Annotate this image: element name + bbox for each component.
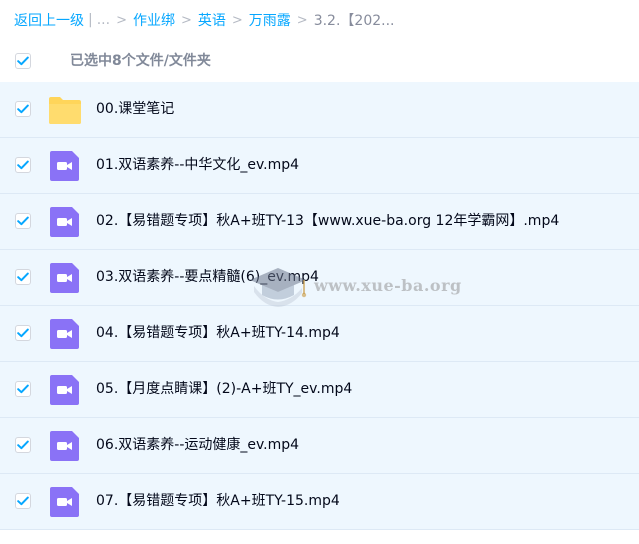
video-icon <box>50 207 79 237</box>
file-name: 03.双语素养--要点精髓(6)_ev.mp4 <box>96 269 319 285</box>
folder-icon <box>49 97 81 124</box>
back-link[interactable]: 返回上一级 <box>14 10 84 30</box>
breadcrumb-ellipsis[interactable]: ... <box>97 12 110 28</box>
breadcrumb-item[interactable]: 英语 <box>198 10 226 30</box>
checkmark-icon <box>17 328 29 338</box>
list-item[interactable]: 03.双语素养--要点精髓(6)_ev.mp4 <box>0 250 639 306</box>
checkmark-icon <box>17 272 29 282</box>
video-icon <box>50 375 79 405</box>
breadcrumb-divider: | <box>88 12 93 28</box>
row-checkbox[interactable] <box>15 157 31 173</box>
file-name: 00.课堂笔记 <box>96 101 175 117</box>
checkmark-icon <box>17 216 29 226</box>
breadcrumb-item[interactable]: 作业绑 <box>133 10 175 30</box>
file-browser: 返回上一级 | ... > 作业绑 > 英语 > 万雨露 > 3.2.【202.… <box>0 0 639 544</box>
checkmark-icon <box>17 384 29 394</box>
row-checkbox[interactable] <box>15 213 31 229</box>
list-item[interactable]: 06.双语素养--运动健康_ev.mp4 <box>0 418 639 474</box>
row-checkbox[interactable] <box>15 101 31 117</box>
selection-summary: 已选中8个文件/文件夹 <box>70 53 211 69</box>
list-item[interactable]: 05.【月度点睛课】(2)-A+班TY_ev.mp4 <box>0 362 639 418</box>
chevron-right-icon: > <box>231 12 243 28</box>
list-item[interactable]: 01.双语素养--中华文化_ev.mp4 <box>0 138 639 194</box>
list-item[interactable]: 02.【易错题专项】秋A+班TY-13【www.xue-ba.org 12年学霸… <box>0 194 639 250</box>
checkmark-icon <box>17 104 29 114</box>
video-icon <box>50 431 79 461</box>
checkmark-icon <box>17 440 29 450</box>
select-all-checkbox[interactable] <box>15 53 31 69</box>
breadcrumb-item[interactable]: 万雨露 <box>249 10 291 30</box>
file-name: 01.双语素养--中华文化_ev.mp4 <box>96 157 300 173</box>
chevron-right-icon: > <box>116 12 127 28</box>
video-icon <box>50 319 79 349</box>
breadcrumb-current: 3.2.【202... <box>313 13 395 29</box>
file-name: 07.【易错题专项】秋A+班TY-15.mp4 <box>96 493 340 509</box>
row-checkbox[interactable] <box>15 325 31 341</box>
list-item[interactable]: 07.【易错题专项】秋A+班TY-15.mp4 <box>0 474 639 530</box>
row-checkbox[interactable] <box>15 493 31 509</box>
list-item[interactable]: 00.课堂笔记 <box>0 82 639 138</box>
video-icon <box>50 263 79 293</box>
checkmark-icon <box>17 160 29 170</box>
row-checkbox[interactable] <box>15 269 31 285</box>
row-checkbox[interactable] <box>15 437 31 453</box>
file-name: 04.【易错题专项】秋A+班TY-14.mp4 <box>96 325 340 341</box>
file-name: 05.【月度点睛课】(2)-A+班TY_ev.mp4 <box>96 381 353 397</box>
chevron-right-icon: > <box>296 12 308 28</box>
video-icon <box>50 151 79 181</box>
chevron-right-icon: > <box>180 12 192 28</box>
checkmark-icon <box>17 56 29 66</box>
video-icon <box>50 487 79 517</box>
select-all-row: 已选中8个文件/文件夹 <box>0 40 639 82</box>
row-checkbox[interactable] <box>15 381 31 397</box>
list-item[interactable]: 04.【易错题专项】秋A+班TY-14.mp4 <box>0 306 639 362</box>
checkmark-icon <box>17 496 29 506</box>
breadcrumb: 返回上一级 | ... > 作业绑 > 英语 > 万雨露 > 3.2.【202.… <box>14 0 395 40</box>
file-name: 06.双语素养--运动健康_ev.mp4 <box>96 437 300 453</box>
file-name: 02.【易错题专项】秋A+班TY-13【www.xue-ba.org 12年学霸… <box>96 213 560 229</box>
